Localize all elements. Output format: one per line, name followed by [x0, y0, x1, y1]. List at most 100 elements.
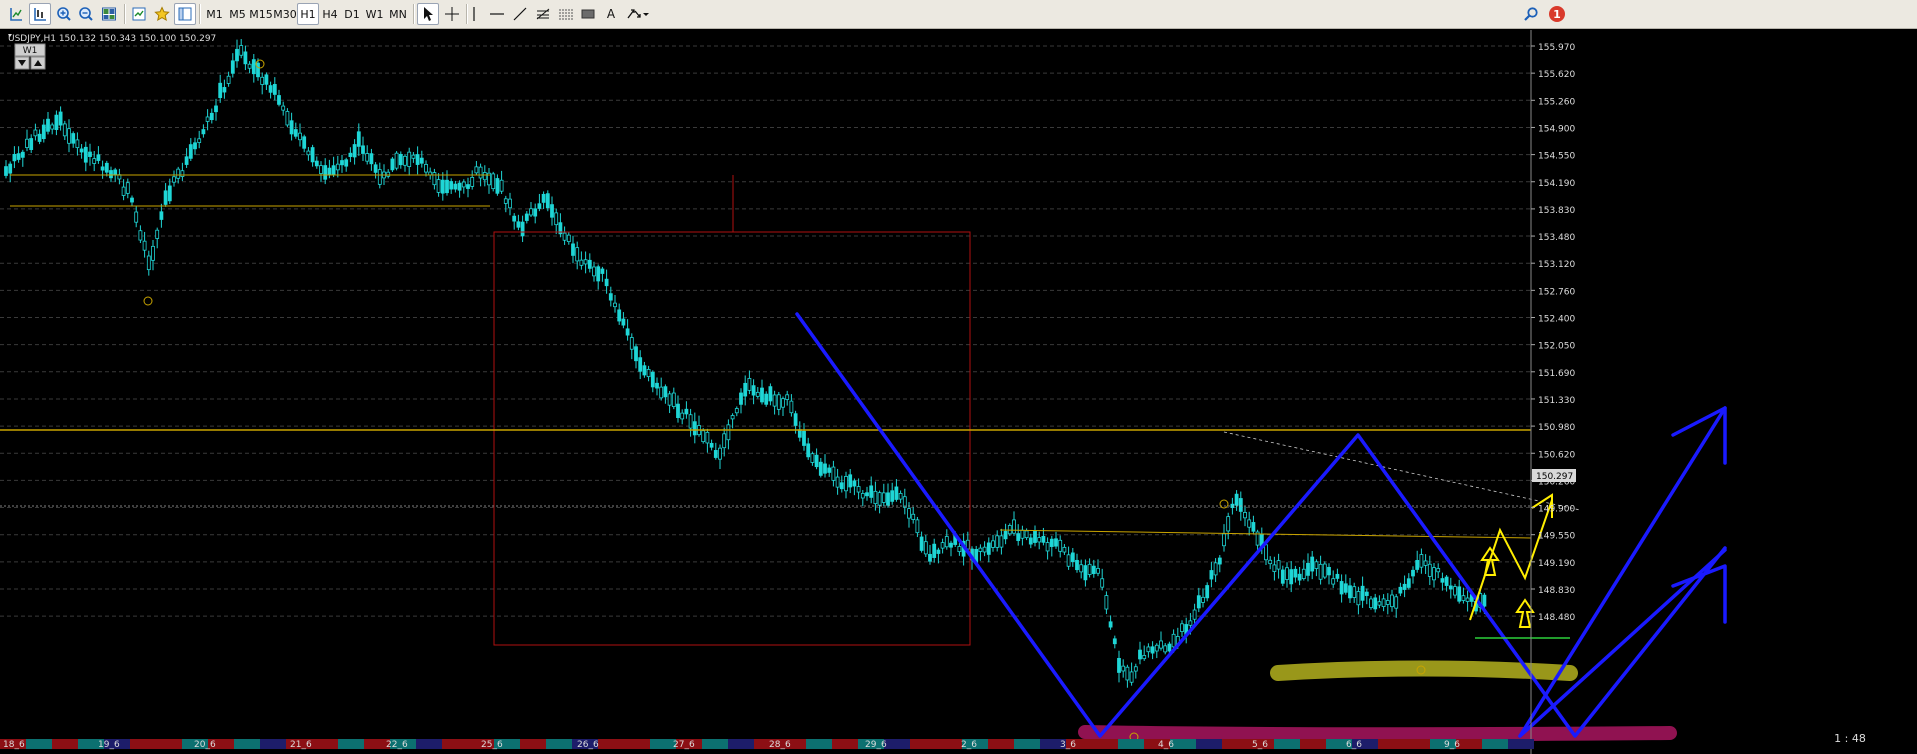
- scroll-down-icon[interactable]: [14, 56, 30, 70]
- vertical-line-icon[interactable]: [463, 3, 485, 25]
- candle-body: [377, 169, 382, 185]
- candle-body: [1461, 595, 1466, 601]
- candle-body: [113, 169, 118, 176]
- candle-body: [776, 394, 781, 410]
- candle-body: [365, 153, 370, 162]
- candle-body: [743, 382, 748, 397]
- candle-body: [1087, 563, 1092, 575]
- search-icon[interactable]: [1520, 3, 1542, 25]
- candle-body: [1083, 565, 1088, 581]
- candle-body: [356, 131, 361, 147]
- candle-body: [781, 398, 785, 408]
- candle-body: [1398, 586, 1403, 594]
- candle-body: [915, 519, 920, 534]
- candle-body: [247, 63, 252, 69]
- candle-body: [1024, 530, 1029, 539]
- candle-body: [352, 144, 357, 158]
- time-tick-label: 4_6: [1158, 740, 1174, 750]
- horizontal-line-icon[interactable]: [486, 3, 508, 25]
- candle-body: [692, 421, 697, 436]
- line-studio-icon[interactable]: [29, 3, 51, 25]
- ratio-label: 1 : 48: [1834, 732, 1866, 745]
- candle-body: [134, 211, 139, 223]
- channel-icon[interactable]: [555, 3, 577, 25]
- notifications-icon[interactable]: 1: [1546, 3, 1568, 25]
- candle-body: [1054, 538, 1058, 547]
- timeframe-w1[interactable]: W1: [363, 3, 386, 25]
- candle-body: [1209, 570, 1214, 580]
- fibonacci-icon[interactable]: [532, 3, 554, 25]
- notification-count: 1: [1553, 7, 1561, 21]
- candle-body: [205, 116, 210, 122]
- text-icon[interactable]: A: [600, 3, 622, 25]
- candle-body: [705, 431, 710, 444]
- candle-body: [818, 461, 823, 476]
- candle-body: [1108, 621, 1113, 628]
- time-tick-label: 2_6: [961, 740, 977, 750]
- candle-body: [1180, 623, 1184, 632]
- candle-body: [445, 179, 449, 194]
- time-strip-cell: [26, 739, 52, 749]
- candle-body: [50, 124, 55, 130]
- timeframe-m5[interactable]: M5: [226, 3, 249, 25]
- time-strip-cell: [1118, 739, 1144, 749]
- candle-body: [1138, 649, 1142, 660]
- price-chart[interactable]: 155.970 155.620 155.260 154.900 154.550 154.1…: [0, 30, 1917, 754]
- time-strip-cell: [312, 739, 338, 749]
- timeframe-m1[interactable]: M1: [203, 3, 226, 25]
- scroll-up-icon[interactable]: [30, 56, 46, 70]
- timeframe-h4[interactable]: H4: [319, 3, 341, 25]
- candle-body: [390, 158, 395, 171]
- cursor-icon[interactable]: [417, 3, 439, 25]
- candle-body: [281, 105, 286, 111]
- candle-body: [1066, 554, 1071, 567]
- candle-body: [88, 151, 92, 157]
- timeframe-m15[interactable]: M15: [249, 3, 273, 25]
- price-tick-label: 150.620: [1538, 450, 1575, 460]
- timeframe-m30[interactable]: M30: [273, 3, 297, 25]
- chart-header: USDJPY,H1 150.132 150.343 150.100 150.29…: [8, 34, 216, 44]
- trendline-icon[interactable]: [509, 3, 531, 25]
- zoom-out-icon[interactable]: [75, 3, 97, 25]
- candle-body: [495, 178, 500, 194]
- candle-body: [1360, 585, 1365, 601]
- timeframe-d1[interactable]: D1: [341, 3, 363, 25]
- candle-body: [314, 160, 319, 167]
- crosshair-icon[interactable]: [441, 3, 463, 25]
- period-badge[interactable]: W1: [14, 43, 46, 57]
- candle-body: [1394, 596, 1399, 609]
- candle-body: [1301, 568, 1306, 579]
- candle-body: [1121, 665, 1126, 672]
- candle-body: [125, 182, 130, 194]
- candle-body: [1234, 493, 1239, 506]
- candle-body: [827, 467, 832, 473]
- time-strip-cell: [598, 739, 624, 749]
- timeframe-mn[interactable]: MN: [386, 3, 410, 25]
- favorites-icon[interactable]: [151, 3, 173, 25]
- candle-body: [92, 158, 97, 164]
- candle-body: [1188, 620, 1193, 626]
- zoom-in-icon[interactable]: [53, 3, 75, 25]
- candle-body: [1201, 596, 1205, 603]
- candle-body: [550, 204, 554, 218]
- candle-body: [1457, 586, 1462, 602]
- candle-body: [986, 542, 991, 555]
- candle-body: [323, 165, 328, 180]
- candle-body: [1129, 671, 1134, 683]
- candle-body: [571, 243, 575, 256]
- candle-body: [1196, 595, 1201, 609]
- candle-body: [1049, 538, 1054, 547]
- candle-body: [860, 493, 865, 499]
- navigator-icon[interactable]: [128, 3, 150, 25]
- candle-body: [688, 414, 693, 429]
- time-tick-label: 21_6: [290, 740, 312, 750]
- arrow-tools-icon[interactable]: [624, 3, 652, 25]
- tile-windows-icon[interactable]: [98, 3, 120, 25]
- time-strip-cell: [988, 739, 1014, 749]
- new-chart-icon[interactable]: [5, 3, 27, 25]
- time-tick-label: 5_6: [1252, 740, 1268, 750]
- timeframe-h1[interactable]: H1: [297, 3, 319, 25]
- data-window-icon[interactable]: [174, 3, 196, 25]
- candle-body: [793, 413, 798, 426]
- rectangle-icon[interactable]: [577, 3, 599, 25]
